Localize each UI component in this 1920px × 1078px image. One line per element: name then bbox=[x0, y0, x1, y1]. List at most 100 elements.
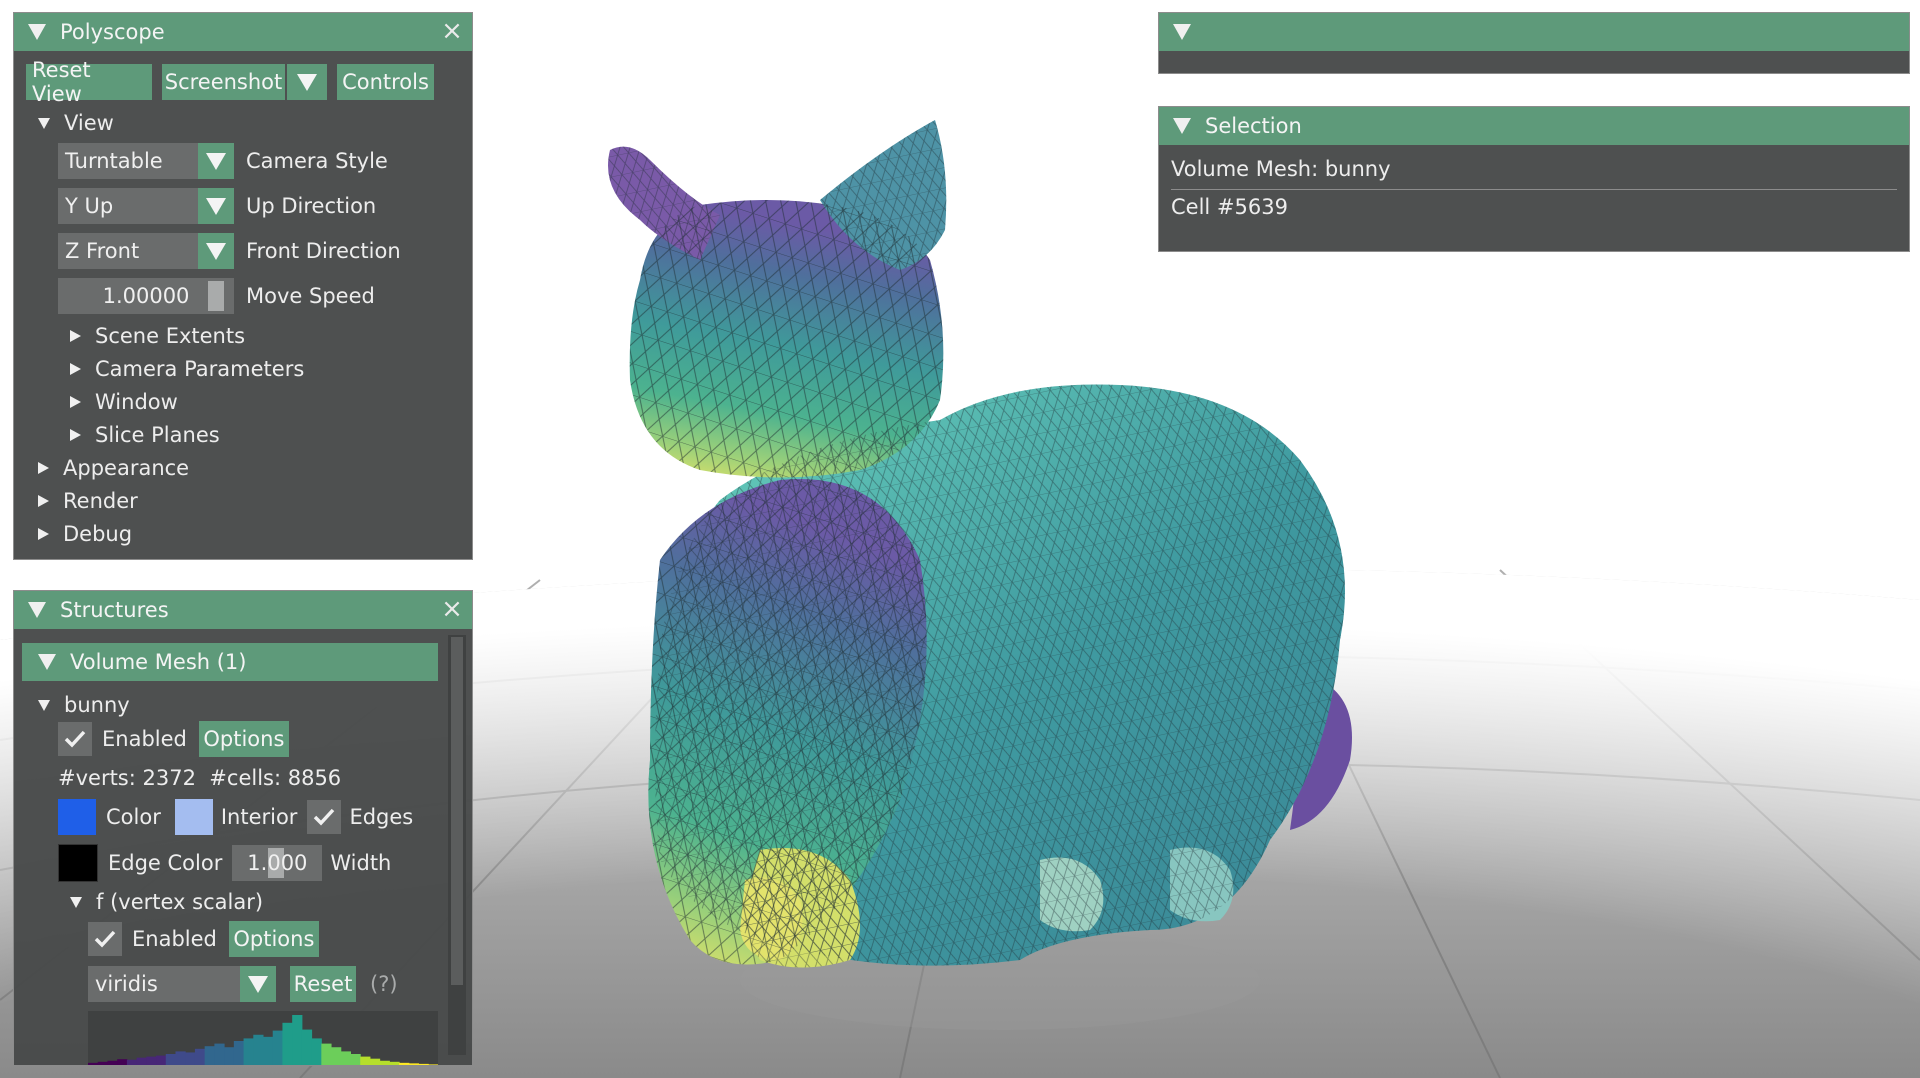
histogram-bar bbox=[146, 1056, 157, 1065]
histogram-bar bbox=[136, 1057, 147, 1065]
camera-style-label: Camera Style bbox=[246, 149, 388, 173]
tree-item-appearance[interactable]: Appearance bbox=[38, 456, 189, 480]
help-icon[interactable]: (?) bbox=[370, 972, 398, 996]
colormap-dropdown[interactable]: viridis bbox=[88, 966, 276, 1002]
histogram-bar bbox=[418, 1063, 429, 1065]
screenshot-button[interactable]: Screenshot bbox=[162, 64, 285, 100]
selection-title: Selection bbox=[1205, 114, 1302, 138]
structures-panel: Structures × Volume Mesh (1) bunny Enabl… bbox=[13, 590, 473, 1066]
histogram-bar bbox=[107, 1060, 118, 1065]
histogram-bar bbox=[194, 1048, 206, 1065]
expanded-arrow-icon bbox=[38, 699, 50, 711]
histogram-bar bbox=[185, 1052, 196, 1065]
scrollbar[interactable] bbox=[448, 635, 466, 1055]
chevron-down-icon bbox=[198, 233, 234, 269]
expanded-arrow-icon bbox=[38, 117, 50, 129]
histogram-bar bbox=[175, 1051, 186, 1065]
move-speed-slider[interactable]: 1.00000 bbox=[58, 278, 234, 314]
histogram-bar bbox=[340, 1051, 351, 1065]
collapsed-arrow-icon bbox=[70, 396, 81, 408]
top-right-titlebar[interactable] bbox=[1159, 13, 1909, 51]
close-icon[interactable]: × bbox=[440, 18, 464, 44]
quantity-options-button[interactable]: Options bbox=[228, 921, 319, 957]
up-direction-dropdown[interactable]: Y Up bbox=[58, 188, 234, 224]
histogram-bar bbox=[88, 1062, 99, 1065]
front-direction-label: Front Direction bbox=[246, 239, 401, 263]
collapse-icon[interactable] bbox=[28, 602, 46, 618]
tree-item-camera-parameters[interactable]: Camera Parameters bbox=[70, 357, 304, 381]
histogram-bar bbox=[204, 1046, 215, 1065]
histogram-bar bbox=[408, 1063, 420, 1065]
volume-mesh-group-header[interactable]: Volume Mesh (1) bbox=[22, 643, 438, 681]
tree-item-slice-planes[interactable]: Slice Planes bbox=[70, 423, 220, 447]
collapsed-arrow-icon bbox=[70, 330, 81, 342]
chevron-down-icon bbox=[198, 143, 234, 179]
polyscope-title: Polyscope bbox=[60, 20, 165, 44]
view-tree-node[interactable]: View bbox=[38, 111, 114, 135]
histogram-bar bbox=[331, 1047, 342, 1065]
interior-color-swatch[interactable] bbox=[174, 799, 213, 835]
enabled-checkbox[interactable] bbox=[58, 722, 92, 756]
histogram-bar bbox=[282, 1022, 293, 1065]
color-swatch[interactable] bbox=[58, 799, 96, 835]
close-icon[interactable]: × bbox=[440, 596, 464, 622]
controls-button[interactable]: Controls bbox=[337, 64, 434, 100]
histogram-bar bbox=[301, 1029, 313, 1065]
front-direction-dropdown[interactable]: Z Front bbox=[58, 233, 234, 269]
chevron-down-icon bbox=[240, 966, 276, 1002]
tree-item-window[interactable]: Window bbox=[70, 390, 178, 414]
selection-panel: Selection Volume Mesh: bunny Cell #5639 bbox=[1158, 106, 1910, 252]
collapsed-arrow-icon bbox=[38, 528, 49, 540]
edge-color-label: Edge Color bbox=[108, 851, 223, 875]
collapsed-arrow-icon bbox=[70, 429, 81, 441]
enabled-label: Enabled bbox=[102, 727, 187, 751]
histogram-bar bbox=[97, 1061, 108, 1065]
tree-item-debug[interactable]: Debug bbox=[38, 522, 132, 546]
structures-titlebar[interactable]: Structures × bbox=[14, 591, 472, 629]
polyscope-panel: Polyscope × Reset View Screenshot Contro… bbox=[13, 12, 473, 560]
edge-color-swatch[interactable] bbox=[58, 844, 98, 882]
top-right-panel bbox=[1158, 12, 1910, 74]
histogram-bar bbox=[350, 1054, 361, 1065]
histogram-bar bbox=[253, 1034, 264, 1065]
slider-handle[interactable] bbox=[208, 281, 224, 311]
selection-structure: Volume Mesh: bunny bbox=[1171, 157, 1391, 181]
selection-titlebar[interactable]: Selection bbox=[1159, 107, 1909, 145]
histogram-bar bbox=[389, 1061, 400, 1065]
tree-node-bunny[interactable]: bunny bbox=[38, 693, 130, 717]
histogram-bar bbox=[243, 1038, 254, 1065]
histogram-bar bbox=[263, 1036, 274, 1065]
histogram-bar bbox=[272, 1030, 283, 1065]
histogram-bar bbox=[379, 1060, 390, 1065]
quantity-enabled-checkbox[interactable] bbox=[88, 922, 122, 956]
scrollbar-thumb[interactable] bbox=[451, 637, 463, 985]
histogram bbox=[88, 1011, 438, 1065]
collapse-icon[interactable] bbox=[1173, 118, 1191, 134]
move-speed-label: Move Speed bbox=[246, 284, 375, 308]
reset-view-button[interactable]: Reset View bbox=[26, 58, 152, 106]
checkmark-icon bbox=[64, 730, 86, 748]
reset-button[interactable]: Reset bbox=[290, 966, 356, 1002]
screenshot-options-button[interactable] bbox=[287, 64, 327, 100]
chevron-down-icon bbox=[297, 73, 317, 91]
tree-item-scene-extents[interactable]: Scene Extents bbox=[70, 324, 245, 348]
color-label: Color bbox=[106, 805, 161, 829]
options-button[interactable]: Options bbox=[198, 721, 289, 757]
tree-node-quantity[interactable]: f (vertex scalar) bbox=[70, 890, 263, 914]
expanded-arrow-icon bbox=[38, 654, 56, 670]
camera-style-dropdown[interactable]: Turntable bbox=[58, 143, 234, 179]
checkmark-icon bbox=[314, 808, 335, 826]
up-direction-label: Up Direction bbox=[246, 194, 377, 218]
view-header: View bbox=[64, 111, 114, 135]
histogram-bar bbox=[428, 1064, 438, 1065]
collapse-icon[interactable] bbox=[1173, 24, 1191, 40]
collapse-icon[interactable] bbox=[28, 24, 46, 40]
histogram-bar bbox=[369, 1058, 381, 1065]
edges-label: Edges bbox=[349, 805, 414, 829]
mesh-name: bunny bbox=[64, 693, 130, 717]
polyscope-titlebar[interactable]: Polyscope × bbox=[14, 13, 472, 51]
tree-item-render[interactable]: Render bbox=[38, 489, 138, 513]
edges-checkbox[interactable] bbox=[307, 800, 342, 834]
collapsed-arrow-icon bbox=[70, 363, 81, 375]
edge-width-slider[interactable]: 1.000 bbox=[232, 845, 323, 881]
